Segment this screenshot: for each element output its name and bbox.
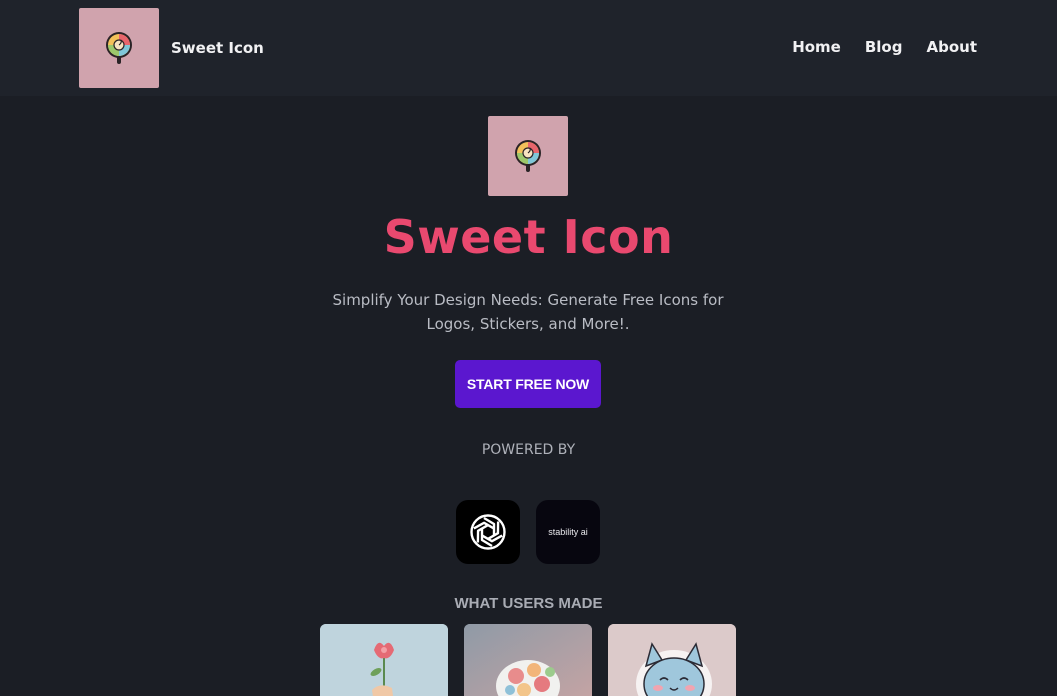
hero-title: Sweet Icon: [383, 210, 674, 264]
cat-sticker-icon: [608, 624, 736, 696]
stability-ai-logo[interactable]: stability ai: [536, 500, 600, 564]
hero-logo: [488, 116, 568, 196]
site-header: Sweet Icon Home Blog About: [0, 0, 1057, 96]
lollipop-icon: [106, 32, 132, 64]
brand-name[interactable]: Sweet Icon: [171, 39, 264, 57]
gallery-item[interactable]: [608, 624, 736, 696]
brand[interactable]: Sweet Icon: [79, 8, 264, 88]
powered-by-label: POWERED BY: [481, 442, 576, 458]
openai-logo-icon: [470, 514, 506, 550]
logo[interactable]: [79, 8, 159, 88]
main-nav: Home Blog About: [792, 38, 977, 56]
nav-home-link[interactable]: Home: [792, 38, 841, 56]
gallery-item[interactable]: [320, 624, 448, 696]
hero-subtitle: Simplify Your Design Needs: Generate Fre…: [332, 291, 724, 333]
openai-logo[interactable]: [456, 500, 520, 564]
nav-about-link[interactable]: About: [926, 38, 977, 56]
stability-ai-label: stability ai: [548, 527, 588, 537]
flower-hand-icon: [320, 624, 448, 696]
gallery-item[interactable]: [464, 624, 592, 696]
lollipop-icon: [515, 140, 541, 172]
flower-bouquet-sticker-icon: [464, 624, 592, 696]
nav-blog-link[interactable]: Blog: [865, 38, 903, 56]
what-users-made-heading: WHAT USERS MADE: [454, 595, 603, 612]
start-free-button[interactable]: START FREE NOW: [455, 360, 601, 408]
